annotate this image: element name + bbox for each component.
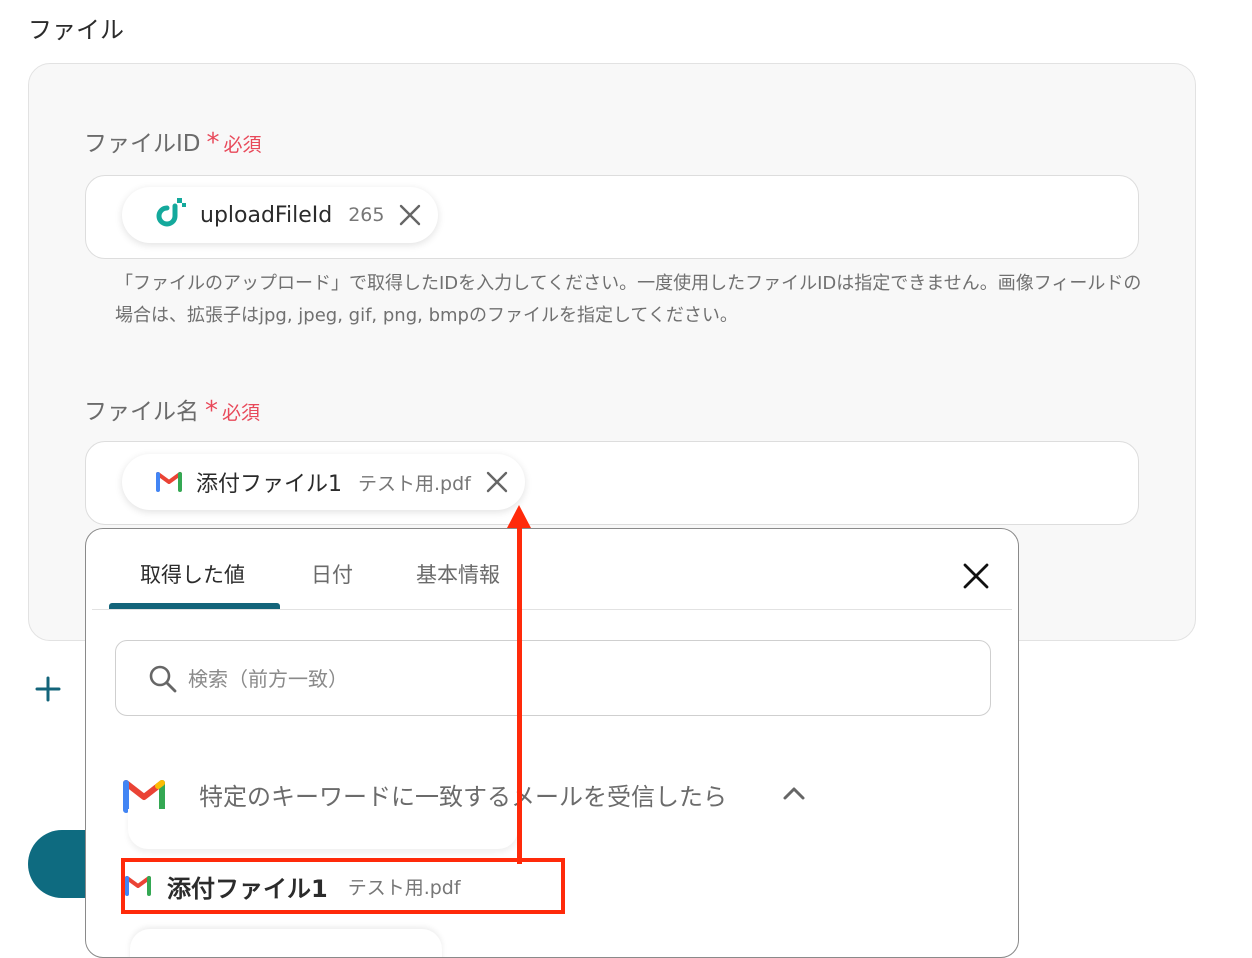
tab-retrieved-values[interactable]: 取得した値: [140, 559, 245, 589]
list-item-partial: [128, 809, 518, 849]
pill-name: 添付ファイル1: [196, 472, 342, 497]
file-id-label-text: ファイルID: [84, 131, 201, 157]
trigger-group-title: 特定のキーワードに一致するメールを受信したら: [199, 783, 727, 811]
annotation-arrow-head: [507, 505, 531, 528]
required-badge: 必須: [222, 402, 261, 424]
search-input[interactable]: [186, 659, 970, 699]
tab-date[interactable]: 日付: [311, 559, 353, 589]
file-id-pill[interactable]: uploadFileId 265: [122, 187, 439, 243]
annotation-highlight-box: [121, 858, 565, 914]
pill-meta: 265: [348, 204, 385, 226]
yoom-upload-icon: [154, 196, 188, 234]
required-asterisk: *: [206, 128, 220, 158]
gmail-icon: [154, 468, 184, 496]
file-id-help-text: 「ファイルのアップロード」で取得したIDを入力してください。一度使用したファイル…: [115, 273, 1142, 326]
search-field[interactable]: [115, 640, 991, 716]
file-name-pill[interactable]: 添付ファイル1 テスト用.pdf: [122, 454, 525, 510]
tab-divider: [92, 609, 1012, 610]
search-icon: [148, 664, 178, 698]
close-icon[interactable]: [485, 470, 509, 494]
close-icon[interactable]: [398, 203, 422, 227]
tab-basic-info[interactable]: 基本情報: [416, 559, 500, 589]
required-asterisk: *: [205, 396, 218, 426]
pill-name: uploadFileId: [200, 202, 333, 228]
required-badge: 必須: [223, 134, 262, 156]
section-title: ファイル: [28, 16, 124, 44]
file-name-label: ファイル名 * 必須: [84, 392, 260, 426]
close-icon[interactable]: [959, 559, 993, 593]
add-field-button[interactable]: [33, 674, 63, 704]
chevron-up-icon[interactable]: [782, 785, 806, 805]
annotation-arrow: [517, 526, 522, 864]
list-item-partial: [130, 929, 442, 957]
file-id-label: ファイルID * 必須: [84, 124, 262, 158]
pill-meta: テスト用.pdf: [358, 472, 471, 495]
file-name-label-text: ファイル名: [84, 399, 199, 425]
